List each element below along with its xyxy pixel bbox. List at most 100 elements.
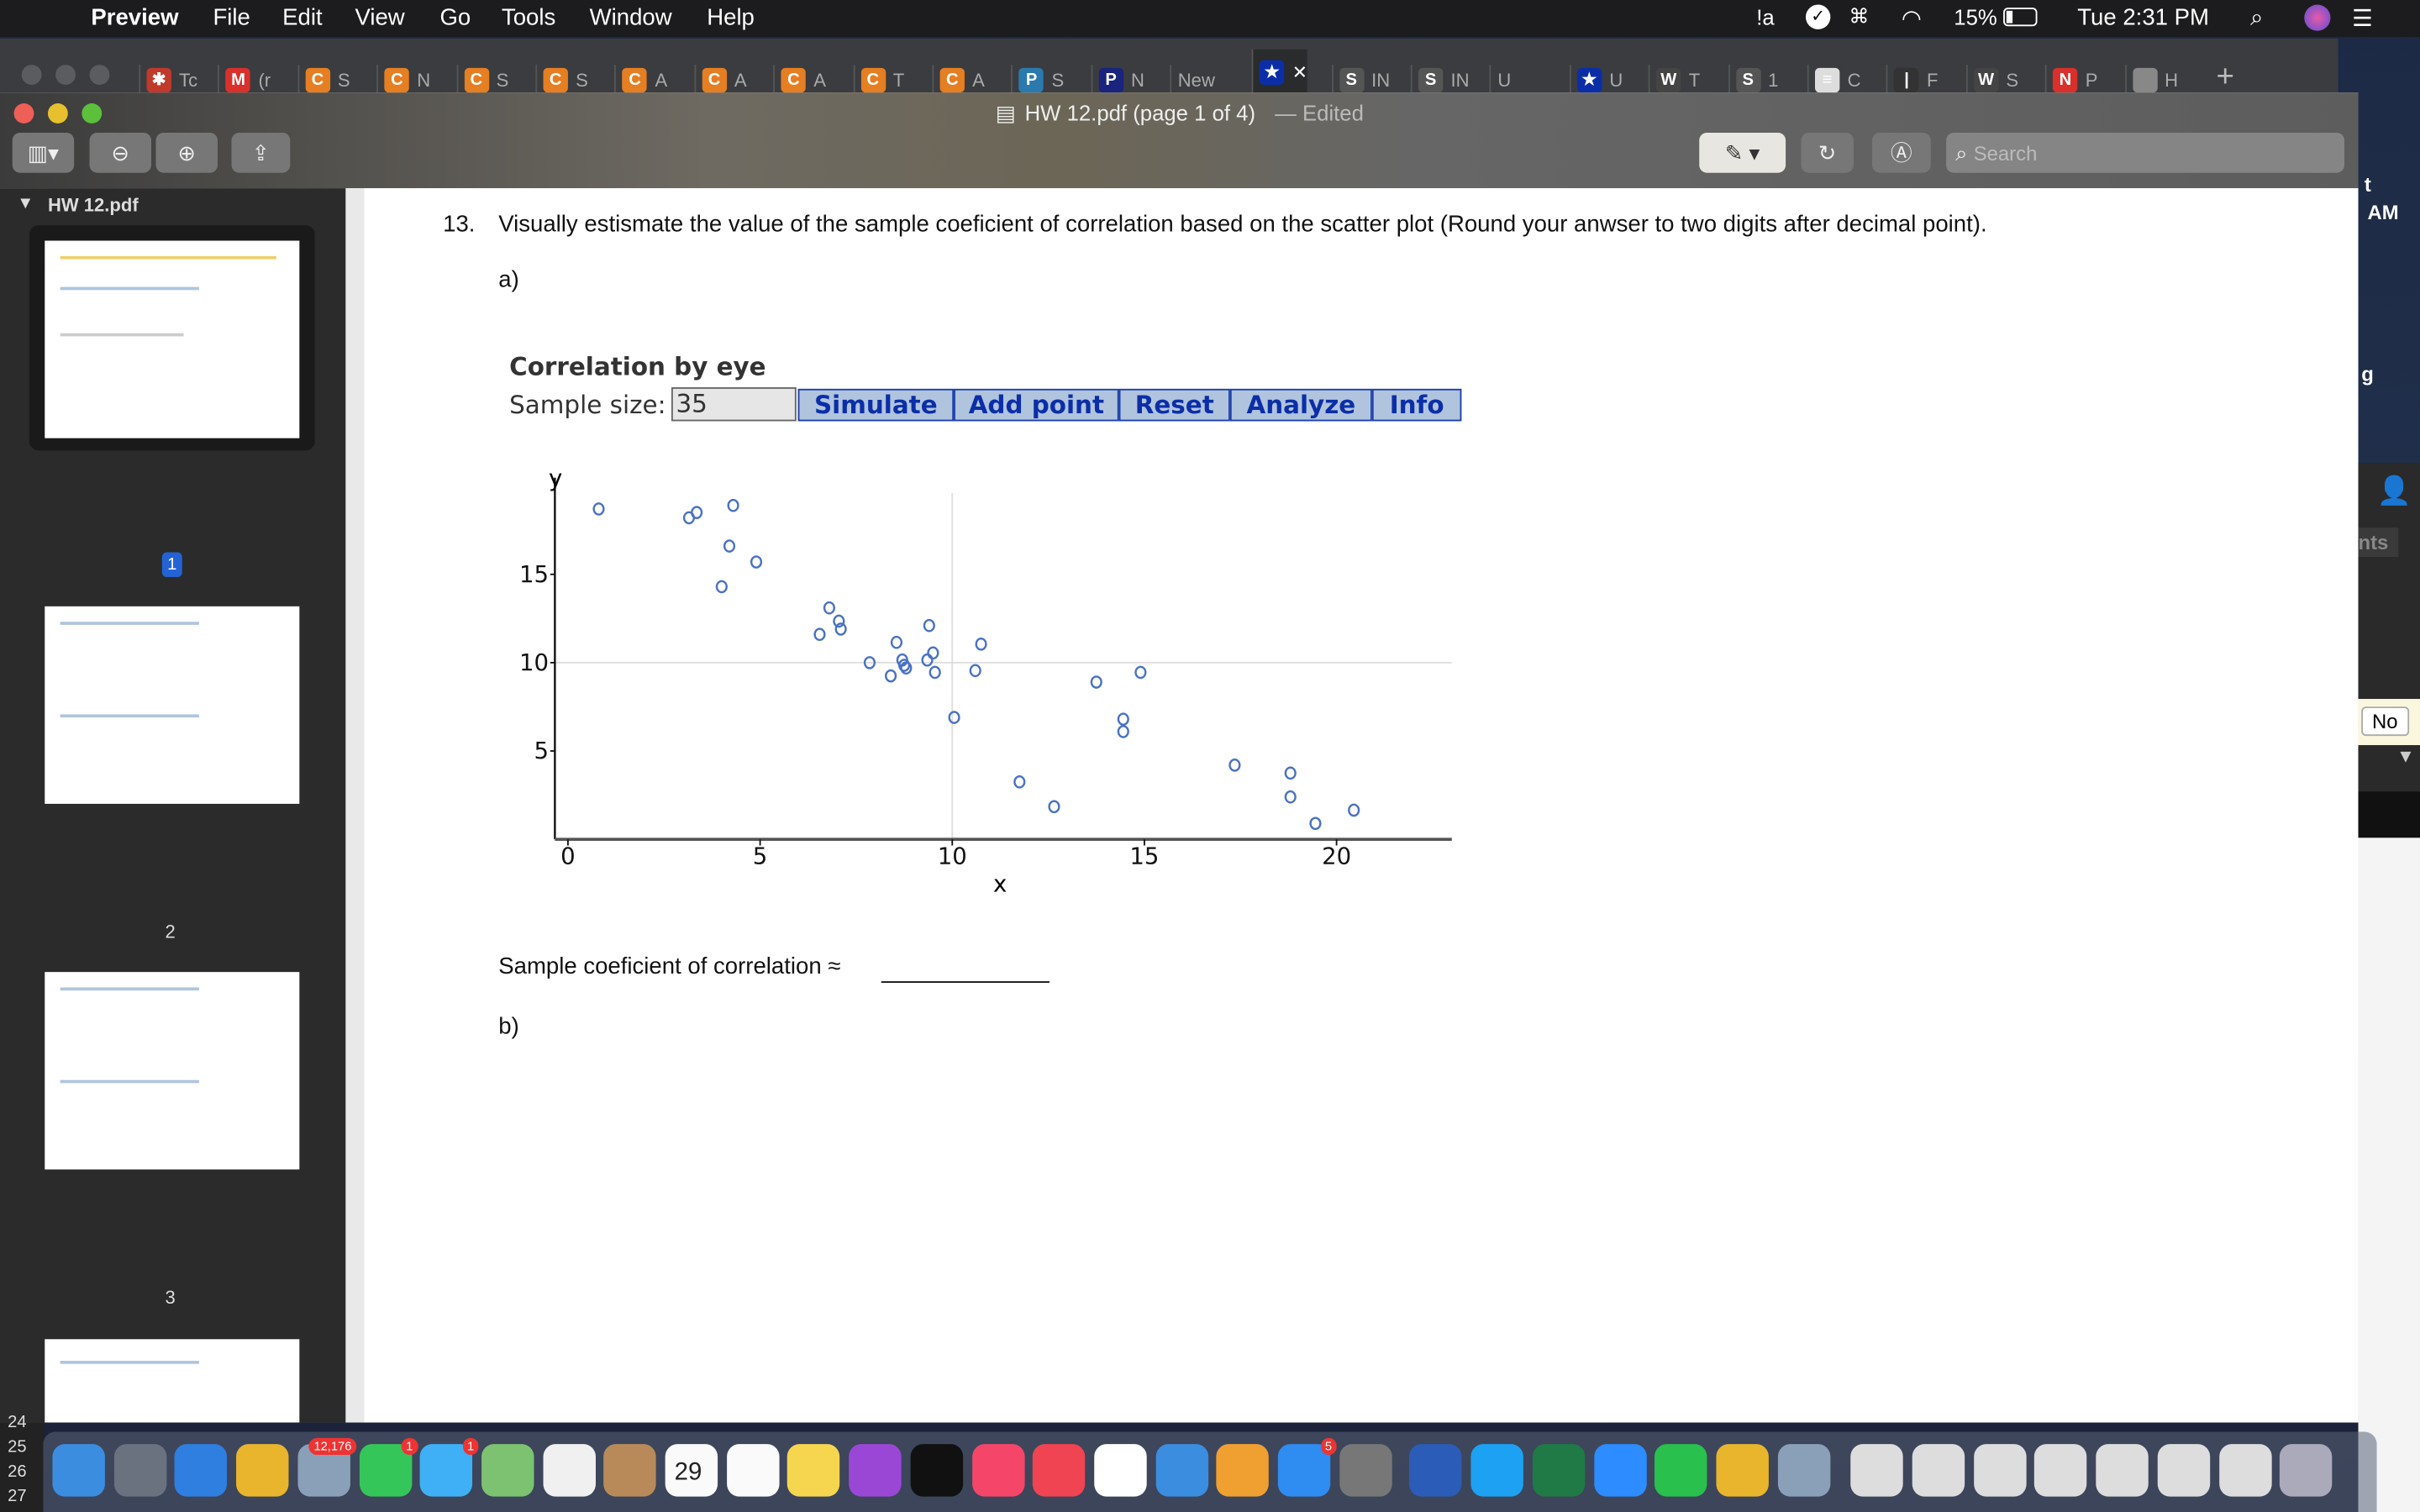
dropdown-arrow-icon[interactable]: ▼	[2358, 745, 2420, 792]
menu-help[interactable]: Help	[707, 5, 755, 31]
page-thumbnail-1[interactable]	[45, 240, 300, 438]
browser-tab[interactable]: H	[2124, 65, 2178, 96]
browser-tab[interactable]: U	[1490, 65, 1511, 96]
browser-tab[interactable]: M (r	[218, 65, 271, 96]
browser-tab[interactable]: ★ U	[1569, 65, 1623, 96]
browser-tab[interactable]: ★ ✕	[1251, 49, 1308, 96]
command-icon[interactable]: ⌘	[1849, 5, 1869, 29]
browser-tab[interactable]: | F	[1886, 65, 1938, 96]
sidebar-toggle-icon[interactable]: ▥▾	[12, 132, 75, 173]
clock[interactable]: Tue 2:31 PM	[2077, 5, 2209, 31]
window-4-icon[interactable]	[2034, 1444, 2087, 1497]
word-icon[interactable]	[1409, 1444, 1463, 1497]
disclosure-triangle-icon[interactable]: ▼	[17, 194, 34, 213]
trash-icon[interactable]	[2280, 1444, 2333, 1497]
new-tab-button[interactable]: +	[2217, 60, 2234, 96]
browser-tab[interactable]: CA	[932, 65, 985, 96]
chrome-2-icon[interactable]	[1716, 1444, 1769, 1497]
menu-app-name[interactable]: Preview	[91, 5, 178, 31]
app-store-icon[interactable]: 5	[1277, 1437, 1337, 1497]
menu-view[interactable]: View	[355, 5, 404, 31]
browser-tab[interactable]: CN	[376, 65, 430, 96]
share-icon[interactable]: ⇪	[231, 132, 291, 173]
messages-icon[interactable]: 1	[419, 1437, 479, 1497]
zoom-button[interactable]	[82, 103, 103, 123]
window-5-icon[interactable]	[2096, 1444, 2149, 1497]
browser-tab[interactable]: CS	[297, 65, 350, 96]
window-7-icon[interactable]	[2218, 1444, 2271, 1497]
keynote-icon[interactable]	[1155, 1444, 1208, 1497]
browser-tab[interactable]: CT	[852, 65, 904, 96]
music-icon[interactable]	[971, 1444, 1024, 1497]
avast-icon[interactable]: !a	[1756, 5, 1774, 29]
menu-window[interactable]: Window	[590, 5, 672, 31]
system-preferences-icon[interactable]	[1339, 1444, 1392, 1497]
window-2-icon[interactable]	[1912, 1444, 1965, 1497]
checkmark-icon[interactable]: ✓	[1805, 4, 1831, 29]
reminders-icon[interactable]	[726, 1444, 779, 1497]
tv-icon[interactable]	[910, 1444, 963, 1497]
browser-tab[interactable]: WS	[1965, 65, 2018, 96]
list-icon[interactable]: ☰	[2352, 5, 2373, 33]
window-6-icon[interactable]	[2157, 1444, 2210, 1497]
search-field[interactable]: ⌕ Search	[1946, 132, 2344, 173]
browser-tab[interactable]: CS	[535, 65, 588, 96]
annotate-icon[interactable]: Ⓐ	[1871, 132, 1931, 173]
zoom-icon[interactable]	[1593, 1444, 1646, 1497]
excel-icon[interactable]	[1532, 1444, 1585, 1497]
zoom-out-icon[interactable]: ⊖	[89, 132, 151, 173]
browser-tab[interactable]: PN	[1091, 65, 1144, 96]
markup-pen-icon[interactable]: ✎ ▾	[1699, 132, 1786, 173]
siri-icon[interactable]	[2304, 4, 2331, 31]
page-thumbnail-4[interactable]	[45, 1339, 300, 1423]
photos-icon[interactable]	[542, 1444, 596, 1497]
launchpad-icon[interactable]	[113, 1444, 166, 1497]
calendar-icon[interactable]: 29	[665, 1444, 718, 1497]
search-icon[interactable]: ⌕	[2250, 5, 2263, 31]
podcasts-icon[interactable]	[849, 1444, 902, 1497]
browser-tab[interactable]: CA	[694, 65, 747, 96]
browser-tab[interactable]: S IN	[1410, 65, 1470, 96]
menu-tools[interactable]: Tools	[502, 5, 555, 31]
browser-tab[interactable]: ≡ C	[1807, 65, 1860, 96]
browser-tab[interactable]: CS	[455, 65, 508, 96]
skype-icon[interactable]	[1470, 1444, 1524, 1497]
minimize-button[interactable]	[47, 103, 68, 123]
numbers-icon[interactable]	[1094, 1444, 1147, 1497]
maps-icon[interactable]	[481, 1444, 534, 1497]
page-thumbnail-2[interactable]	[45, 606, 300, 804]
no-button[interactable]: No	[2361, 706, 2409, 737]
news-icon[interactable]	[1033, 1444, 1086, 1497]
menu-edit[interactable]: Edit	[282, 5, 322, 31]
pages-icon[interactable]	[1216, 1444, 1270, 1497]
whatsapp-icon[interactable]	[1655, 1444, 1707, 1497]
chrome-icon[interactable]	[236, 1444, 289, 1497]
edge-button[interactable]: nts	[2358, 528, 2398, 558]
close-button[interactable]	[13, 103, 34, 123]
notes-icon[interactable]	[787, 1444, 840, 1497]
browser-tab[interactable]: PS	[1011, 65, 1064, 96]
browser-tab[interactable]: ✱ Tc	[139, 65, 197, 96]
menu-go[interactable]: Go	[439, 5, 471, 31]
preview-2-icon[interactable]	[1777, 1444, 1830, 1497]
browser-tab[interactable]: CA	[773, 65, 826, 96]
safari-icon[interactable]	[175, 1444, 228, 1497]
chat-person-icon[interactable]: 👤	[2377, 475, 2412, 508]
zoom-in-icon[interactable]: ⊕	[155, 132, 218, 173]
browser-tab[interactable]: New	[1170, 65, 1215, 96]
browser-tab[interactable]: WT	[1648, 65, 1700, 96]
browser-tab[interactable]: CA	[614, 65, 667, 96]
battery-icon[interactable]	[2003, 8, 2038, 27]
contacts-icon[interactable]	[603, 1444, 657, 1497]
window-3-icon[interactable]	[1973, 1444, 2027, 1497]
wifi-icon[interactable]: ◠	[1902, 5, 1922, 33]
rotate-icon[interactable]: ↻	[1801, 132, 1854, 173]
browser-tab[interactable]: S1	[1728, 65, 1778, 96]
facetime-icon[interactable]: 1	[359, 1437, 418, 1497]
preview-icon[interactable]: 12,176	[297, 1437, 356, 1497]
browser-tab[interactable]: S IN	[1331, 65, 1390, 96]
page-thumbnail-3[interactable]	[45, 972, 300, 1170]
menu-file[interactable]: File	[213, 5, 250, 31]
window-1-icon[interactable]	[1850, 1444, 1904, 1497]
finder-icon[interactable]	[52, 1444, 105, 1497]
